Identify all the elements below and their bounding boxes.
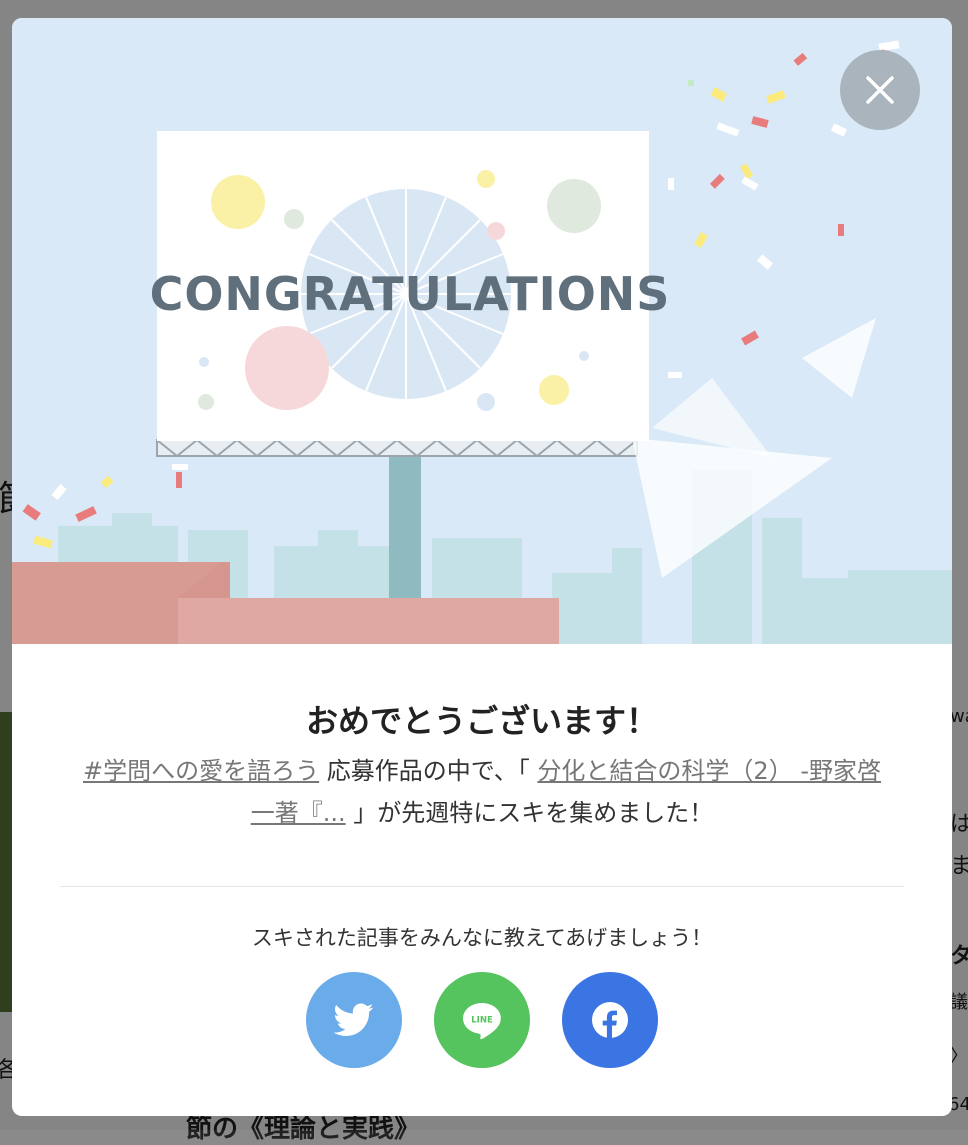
line-icon-label: LINE	[471, 1016, 493, 1026]
modal-content: おめでとうございます！ #学問への愛を語ろう 応募作品の中で、「 分化と結合の科…	[12, 644, 952, 1116]
facebook-f-icon	[592, 1002, 628, 1038]
hashtag-link[interactable]: #学問への愛を語ろう	[83, 757, 319, 785]
line-share-button[interactable]: LINE	[434, 972, 530, 1068]
facebook-share-button[interactable]	[562, 972, 658, 1068]
share-buttons: LINE	[12, 972, 952, 1068]
modal-message: #学問への愛を語ろう 応募作品の中で、「 分化と結合の科学（2） -野家啓一著『…	[82, 750, 882, 834]
message-text-mid: 応募作品の中で、「	[326, 757, 530, 785]
modal-title: おめでとうございます！	[305, 702, 658, 740]
share-prompt: スキされた記事をみんなに教えてあげましょう！	[251, 926, 713, 950]
twitter-share-button[interactable]	[306, 972, 402, 1068]
congratulations-illustration: CONGRATULATIONS	[12, 18, 952, 644]
twitter-bird-icon	[334, 1003, 374, 1036]
banner-text: CONGRATULATIONS	[150, 267, 671, 321]
congratulations-modal: CONGRATULATIONS おめでとうございます！ #学問への愛を語ろう 応…	[12, 18, 952, 1116]
divider	[60, 886, 904, 887]
line-icon: LINE	[463, 1003, 501, 1039]
message-text-end: 」が先週特にスキを集めました！	[353, 799, 714, 827]
close-button[interactable]	[840, 50, 920, 130]
close-icon	[866, 76, 894, 104]
